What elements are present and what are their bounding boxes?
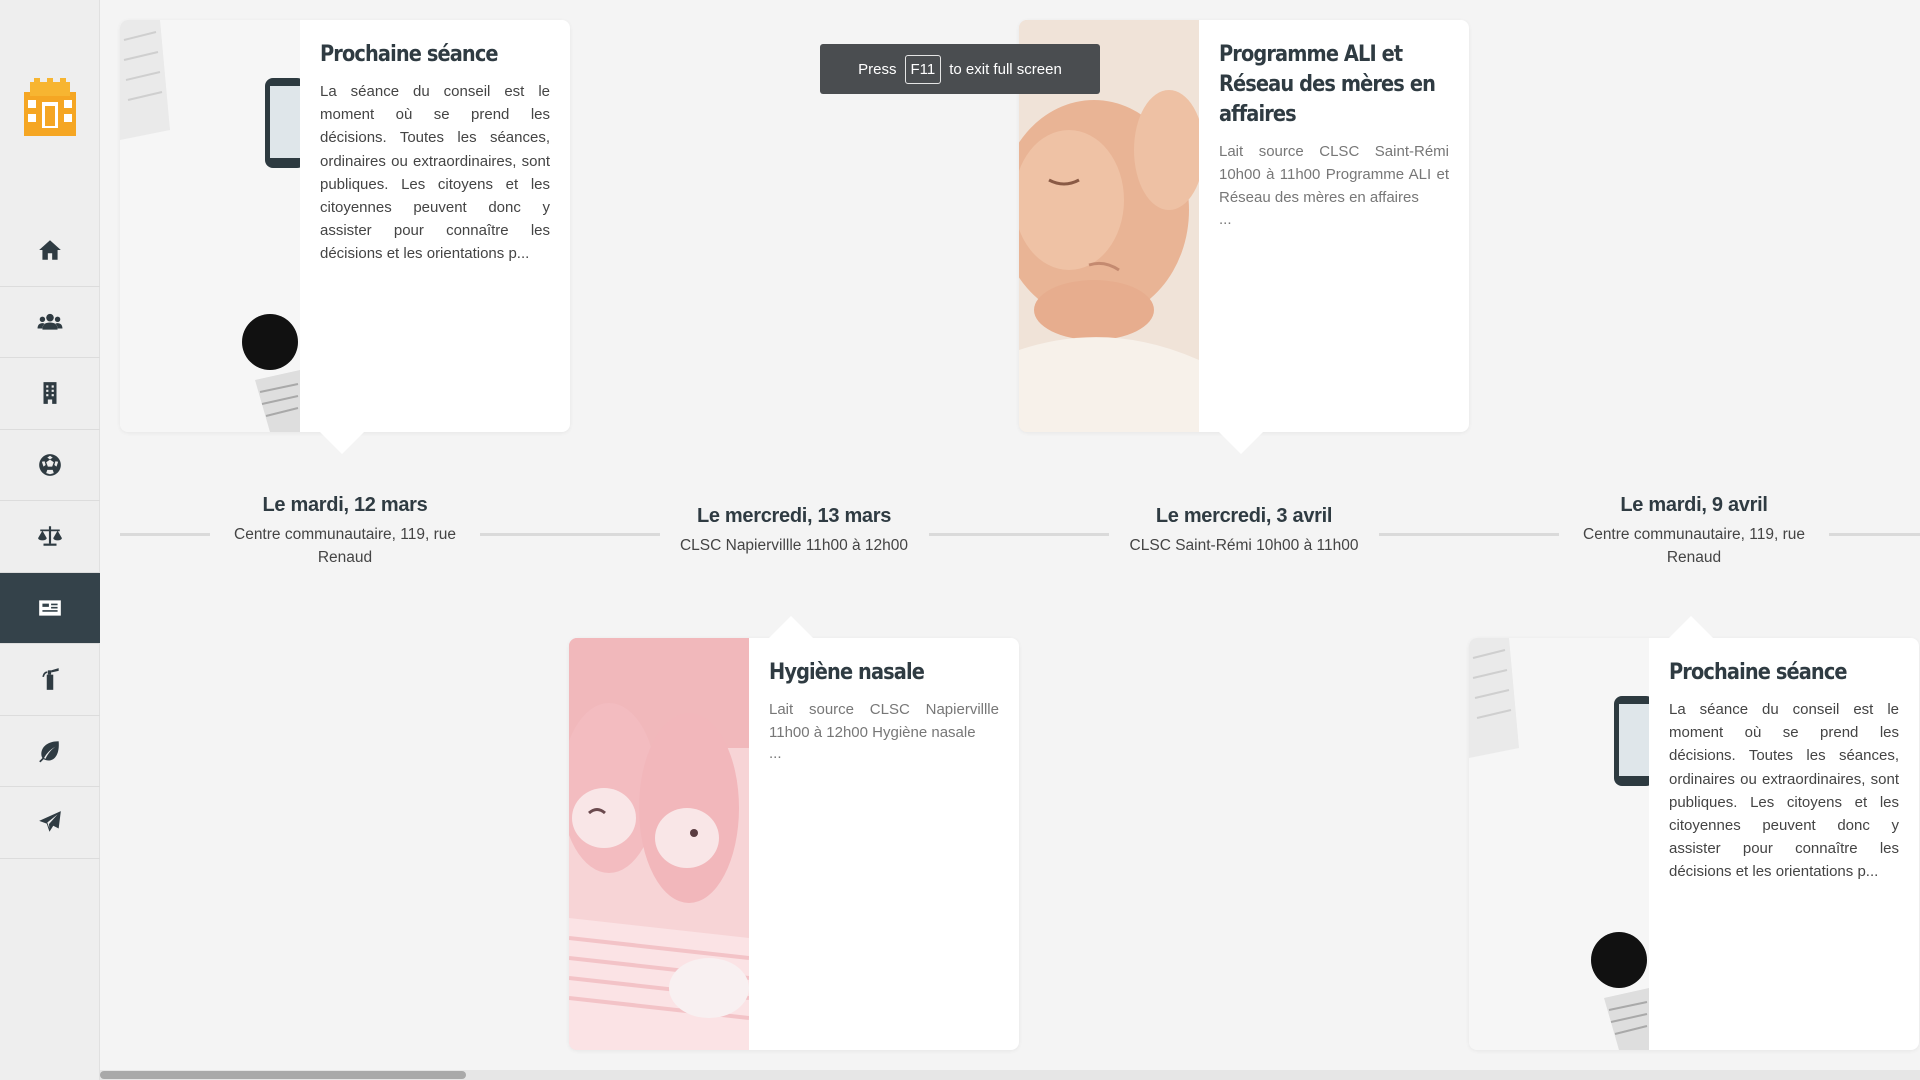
event-description: Lait source CLSC Saint-Rémi 10h00 à 11h0… (1219, 143, 1449, 207)
sidebar-item-home[interactable] (0, 215, 100, 287)
timeline-stop[interactable]: Le mercredi, 3 avril CLSC Saint-Rémi 10h… (1109, 505, 1379, 557)
event-card[interactable]: Hygiène nasale Lait source CLSC Napiervi… (569, 616, 1019, 1050)
event-image (569, 638, 749, 1050)
sidebar-item-environment[interactable] (0, 716, 100, 787)
soccer-ball-icon (39, 453, 61, 476)
event-card-body: Prochaine séance La séance du conseil es… (1669, 658, 1899, 884)
sidebar-item-contact[interactable] (0, 787, 100, 859)
event-card[interactable]: Prochaine séance La séance du conseil es… (120, 20, 570, 454)
toast-exit-text: to exit full screen (949, 60, 1062, 78)
leaf-icon (39, 741, 59, 763)
event-ellipsis: ... (1219, 210, 1232, 228)
home-icon (39, 240, 61, 260)
sidebar-item-building[interactable] (0, 358, 100, 430)
fire-extinguisher-icon (42, 668, 59, 691)
event-date: Le mardi, 9 avril (1620, 494, 1768, 516)
event-card-body: Prochaine séance La séance du conseil es… (320, 40, 550, 266)
scales-icon (38, 526, 62, 546)
timeline-line (1829, 533, 1920, 536)
event-location: Centre communautaire, 119, rue Renaud (234, 526, 456, 566)
event-description: La séance du conseil est le moment où se… (320, 83, 550, 263)
building-icon (43, 382, 57, 405)
card-pointer (769, 616, 813, 638)
event-title[interactable]: Programme ALI et Réseau des mères en aff… (1219, 40, 1450, 130)
card-pointer (1669, 616, 1713, 638)
event-description: Lait source CLSC Napiervillle 11h00 à 12… (769, 701, 999, 742)
timeline-line (929, 533, 1109, 536)
paper-plane-icon (39, 811, 61, 832)
event-image (120, 20, 300, 432)
card-pointer (1219, 432, 1263, 454)
timeline-stop[interactable]: Le mardi, 12 mars Centre communautaire, … (210, 494, 480, 569)
event-date: Le mardi, 12 mars (262, 494, 428, 516)
sidebar-item-users[interactable] (0, 287, 100, 358)
event-location: Centre communautaire, 119, rue Renaud (1583, 526, 1805, 566)
horizontal-scrollbar[interactable] (100, 1070, 1920, 1080)
timeline-stop[interactable]: Le mercredi, 13 mars CLSC Napiervillle 1… (659, 505, 929, 557)
sidebar-item-justice[interactable] (0, 501, 100, 573)
timeline-line (1379, 533, 1559, 536)
event-ellipsis: ... (769, 745, 782, 763)
timeline-line (120, 533, 210, 536)
event-card-body: Hygiène nasale Lait source CLSC Napiervi… (769, 658, 999, 764)
event-date: Le mercredi, 13 mars (696, 505, 892, 527)
event-description: La séance du conseil est le moment où se… (1669, 701, 1899, 881)
event-title[interactable]: Prochaine séance (320, 40, 551, 70)
fullscreen-toast: Press F11 to exit full screen (820, 44, 1100, 94)
event-date: Le mercredi, 3 avril (1155, 505, 1333, 527)
users-icon (37, 313, 63, 330)
event-location: CLSC Saint-Rémi 10h00 à 11h00 (1129, 537, 1359, 554)
sidebar-nav (0, 215, 100, 859)
toast-press-text: Press (858, 60, 897, 78)
scrollbar-thumb[interactable] (100, 1071, 466, 1079)
timeline-container: Prochaine séance La séance du conseil es… (100, 0, 1920, 1068)
sidebar-item-fire-safety[interactable] (0, 644, 100, 716)
sidebar-item-sports[interactable] (0, 430, 100, 501)
sidebar-item-news[interactable] (0, 572, 100, 644)
sidebar (0, 0, 100, 1080)
event-title[interactable]: Prochaine séance (1669, 658, 1900, 688)
event-location: CLSC Napiervillle 11h00 à 12h00 (679, 537, 909, 554)
event-title[interactable]: Hygiène nasale (769, 658, 1000, 688)
newspaper-icon (39, 600, 61, 616)
event-card[interactable]: Prochaine séance La séance du conseil es… (1469, 616, 1919, 1050)
event-image (1469, 638, 1649, 1050)
timeline-stop[interactable]: Le mardi, 9 avril Centre communautaire, … (1559, 494, 1829, 569)
event-card-body: Programme ALI et Réseau des mères en aff… (1219, 40, 1449, 230)
card-pointer (320, 432, 364, 454)
municipality-logo[interactable] (20, 78, 80, 138)
timeline-line (480, 533, 660, 536)
toast-key: F11 (904, 54, 942, 84)
